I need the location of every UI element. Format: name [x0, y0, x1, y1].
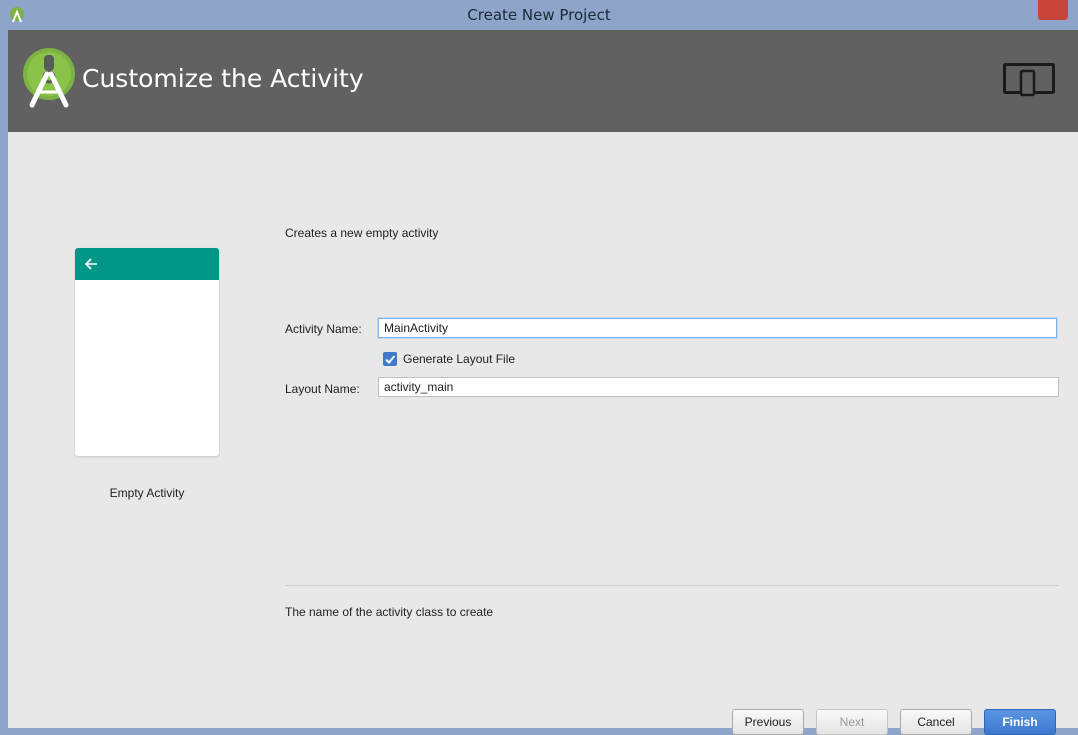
previous-button[interactable]: Previous: [732, 709, 804, 735]
template-description: Creates a new empty activity: [285, 226, 439, 240]
activity-name-label: Activity Name:: [285, 322, 362, 336]
header-banner: Customize the Activity: [8, 30, 1078, 132]
help-text: The name of the activity class to create: [285, 605, 494, 619]
page-title: Customize the Activity: [82, 64, 364, 93]
back-arrow-icon: [84, 258, 97, 270]
layout-name-label: Layout Name:: [285, 382, 360, 396]
window-titlebar: Create New Project: [0, 0, 1078, 30]
preview-label: Empty Activity: [109, 486, 185, 500]
window-title: Create New Project: [467, 6, 611, 24]
activity-preview-card: [75, 248, 219, 456]
android-studio-logo: [23, 48, 75, 108]
finish-button[interactable]: Finish: [984, 709, 1056, 735]
window-close-button[interactable]: [1038, 0, 1068, 20]
generate-layout-label: Generate Layout File: [403, 352, 516, 366]
layout-name-input[interactable]: [378, 377, 1059, 397]
divider: [285, 585, 1059, 586]
device-form-factor-icon: [1003, 63, 1055, 97]
checkmark-icon: [385, 355, 396, 364]
generate-layout-checkbox[interactable]: [383, 352, 397, 366]
cancel-button[interactable]: Cancel: [900, 709, 972, 735]
preview-appbar: [75, 248, 219, 280]
activity-name-input[interactable]: [378, 318, 1057, 338]
wizard-frame: Customize the Activity Empty Activity Cr…: [8, 30, 1078, 735]
next-button[interactable]: Next: [816, 709, 888, 735]
